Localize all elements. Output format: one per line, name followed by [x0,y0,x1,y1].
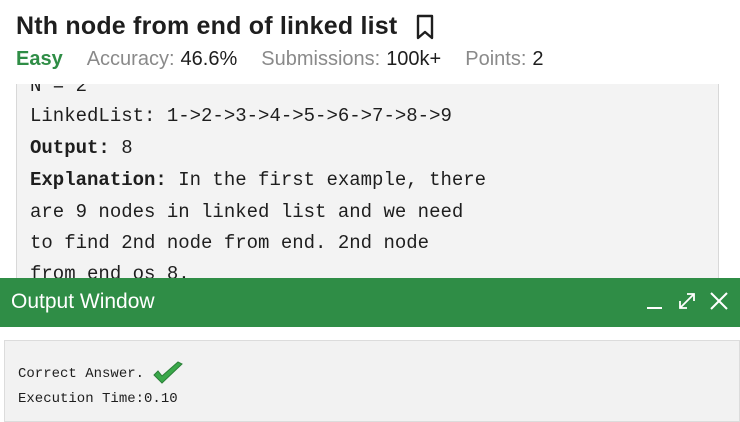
output-label: Output: [30,137,110,159]
accuracy-label: Accuracy: [86,48,175,70]
maximize-icon[interactable] [676,290,698,312]
points-value: 2 [532,48,544,70]
close-icon[interactable] [708,290,730,312]
title-row: Nth node from end of linked list [16,12,435,41]
explanation-text-2: are 9 nodes in linked list and we need [30,201,464,223]
explanation-text-3: to find 2nd node from end. 2nd node [30,232,430,254]
points-label: Points: [465,48,527,70]
result-line: Correct Answer. [18,361,184,387]
window-controls [644,290,730,312]
submissions-label: Submissions: [261,48,381,70]
problem-title: Nth node from end of linked list [16,12,398,40]
problem-header: Nth node from end of linked list Easy Ac… [0,0,740,84]
output-window-title: Output Window [11,290,155,313]
difficulty-badge: Easy [16,48,63,70]
check-icon [152,361,184,387]
bookmark-icon[interactable] [415,14,435,40]
explanation-text-1: In the first example, there [166,169,487,191]
result-text: Correct Answer. [18,366,145,382]
problem-meta: Easy Accuracy: 46.6% Submissions: 100k+ … [16,48,568,71]
output-window: Output Window Correct Answer. Execution … [0,278,740,422]
output-window-body: Correct Answer. Execution Time:0.10 [4,340,740,422]
explanation-label: Explanation: [30,169,167,191]
output-value: 8 [109,137,133,159]
output-window-header[interactable]: Output Window [0,278,740,327]
minimize-icon[interactable] [644,290,666,312]
submissions-value: 100k+ [386,48,442,70]
example-box: N = 2 LinkedList: 1->2->3->4->5->6->7->8… [16,60,719,312]
execution-time: Execution Time:0.10 [18,391,178,407]
accuracy-value: 46.6% [180,48,238,70]
example-output: Output: 8 [30,137,133,159]
example-explanation: Explanation: In the first example, there [30,169,486,191]
example-linkedlist: LinkedList: 1->2->3->4->5->6->7->8->9 [30,105,452,127]
